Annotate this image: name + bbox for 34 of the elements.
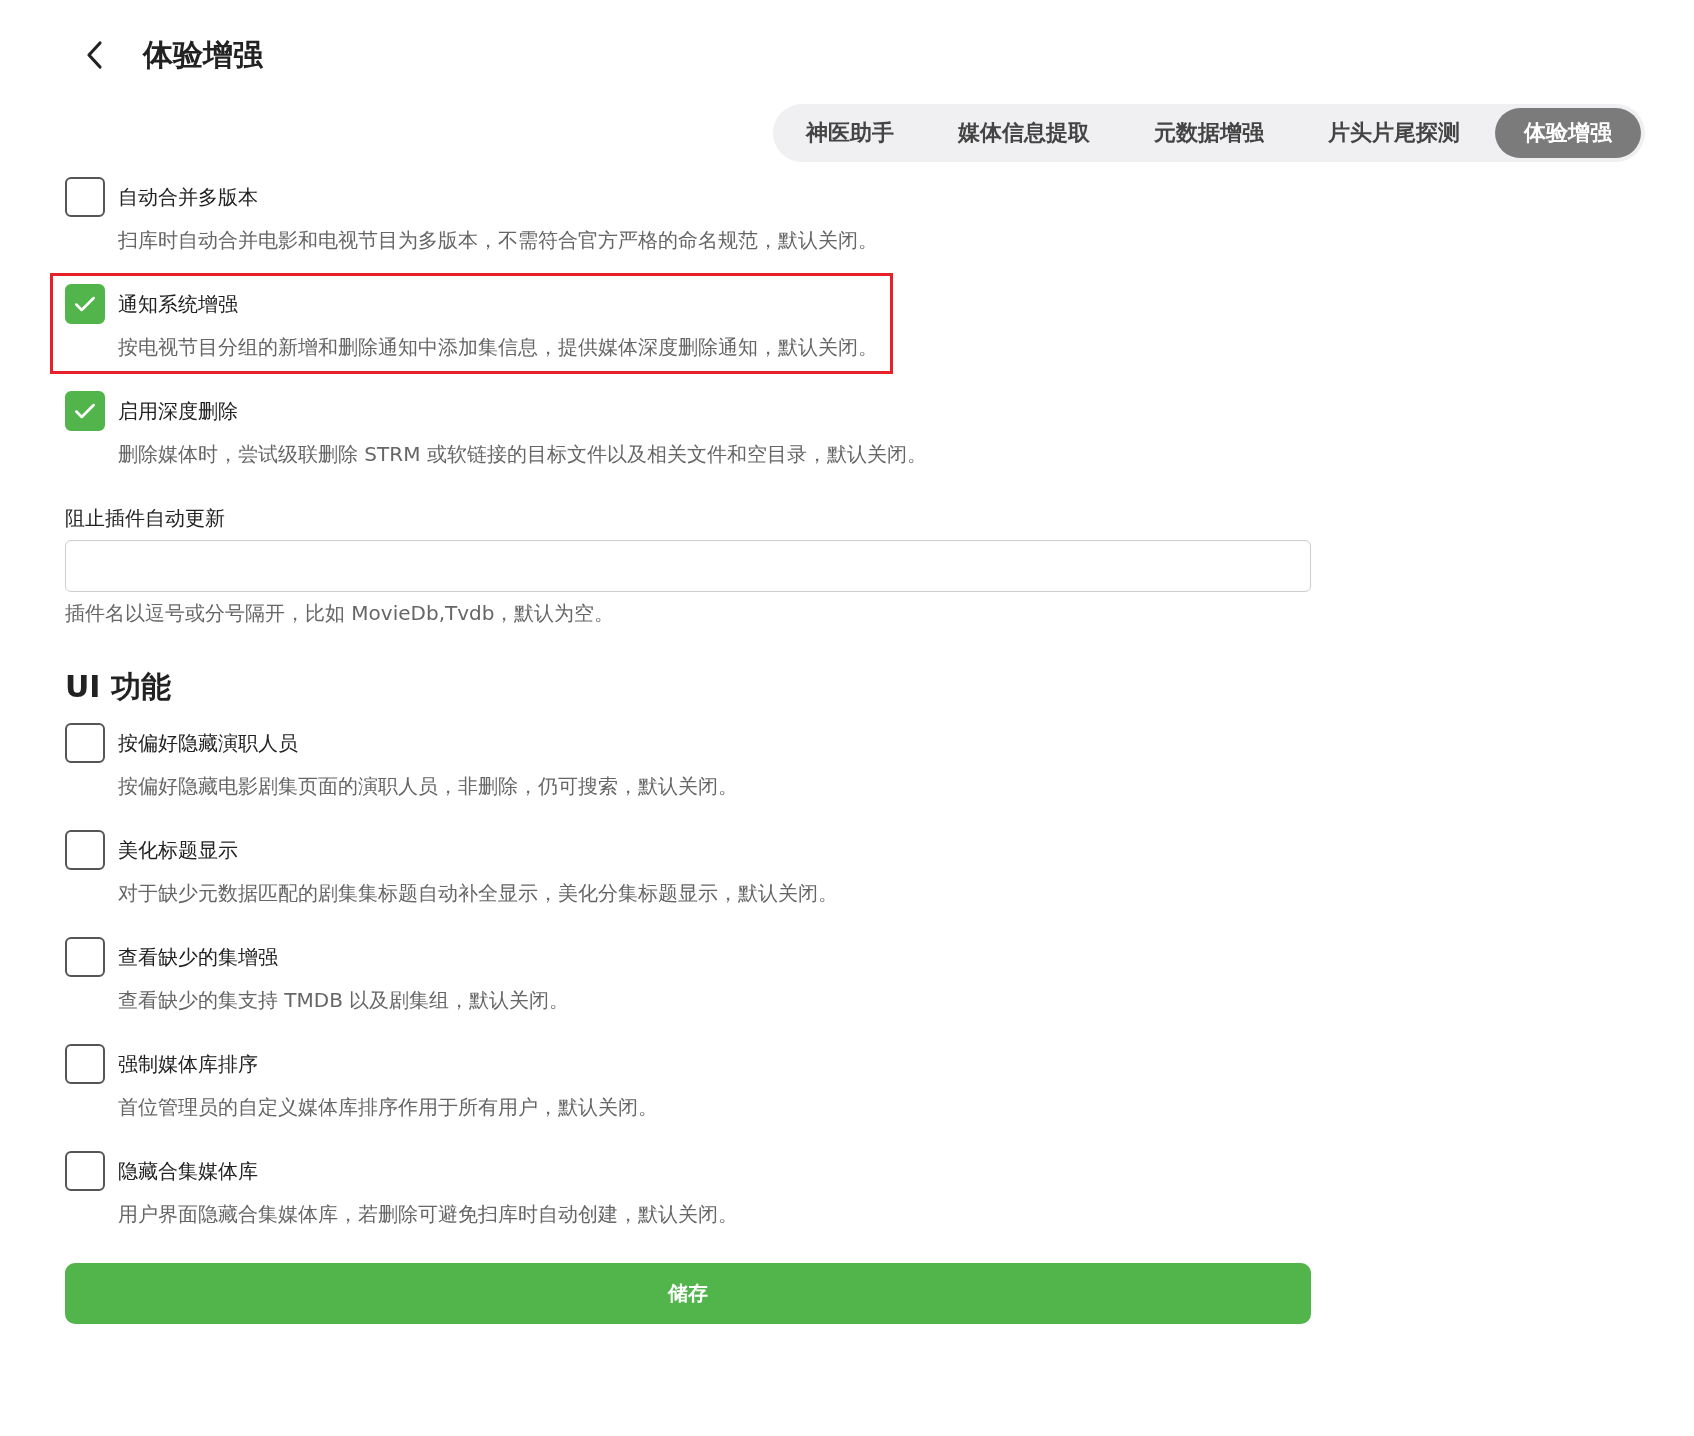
setting-description: 按偏好隐藏电影剧集页面的演职人员，非删除，仍可搜索，默认关闭。 — [118, 773, 738, 800]
setting-description: 用户界面隐藏合集媒体库，若删除可避免扫库时自动创建，默认关闭。 — [118, 1201, 738, 1228]
checkbox[interactable] — [65, 723, 105, 763]
checkbox[interactable] — [65, 1044, 105, 1084]
checkbox[interactable] — [65, 937, 105, 977]
tab[interactable]: 神医助手 — [777, 108, 923, 158]
setting-label: 美化标题显示 — [118, 836, 238, 864]
setting-label: 按偏好隐藏演职人员 — [118, 729, 298, 757]
tab[interactable]: 片头片尾探测 — [1299, 108, 1489, 158]
setting-description: 首位管理员的自定义媒体库排序作用于所有用户，默认关闭。 — [118, 1094, 658, 1121]
tab[interactable]: 体验增强 — [1495, 108, 1641, 158]
setting-label: 查看缺少的集增强 — [118, 943, 278, 971]
page-title: 体验增强 — [143, 35, 263, 74]
checkbox[interactable] — [65, 284, 105, 324]
input-field[interactable] — [65, 540, 1311, 592]
checkbox[interactable] — [65, 830, 105, 870]
tab[interactable]: 媒体信息提取 — [929, 108, 1119, 158]
checkbox[interactable] — [65, 391, 105, 431]
tab[interactable]: 元数据增强 — [1125, 108, 1293, 158]
field-hint: 插件名以逗号或分号隔开，比如 MovieDb,Tvdb，默认为空。 — [65, 600, 616, 627]
setting-description: 查看缺少的集支持 TMDB 以及剧集组，默认关闭。 — [118, 987, 570, 1014]
setting-description: 扫库时自动合并电影和电视节目为多版本，不需符合官方严格的命名规范，默认关闭。 — [118, 227, 878, 254]
setting-description: 对于缺少元数据匹配的剧集集标题自动补全显示，美化分集标题显示，默认关闭。 — [118, 880, 838, 907]
setting-description: 按电视节目分组的新增和删除通知中添加集信息，提供媒体深度删除通知，默认关闭。 — [118, 334, 878, 361]
setting-label: 自动合并多版本 — [118, 183, 258, 211]
setting-label: 通知系统增强 — [118, 290, 238, 318]
field-label: 阻止插件自动更新 — [65, 505, 226, 532]
setting-label: 隐藏合集媒体库 — [118, 1157, 258, 1185]
setting-label: 强制媒体库排序 — [118, 1050, 258, 1078]
checkbox[interactable] — [65, 177, 105, 217]
setting-description: 删除媒体时，尝试级联删除 STRM 或软链接的目标文件以及相关文件和空目录，默认关闭。 — [118, 441, 927, 468]
setting-label: 启用深度删除 — [118, 397, 238, 425]
section-title: UI 功能 — [65, 668, 172, 706]
checkbox[interactable] — [65, 1151, 105, 1191]
